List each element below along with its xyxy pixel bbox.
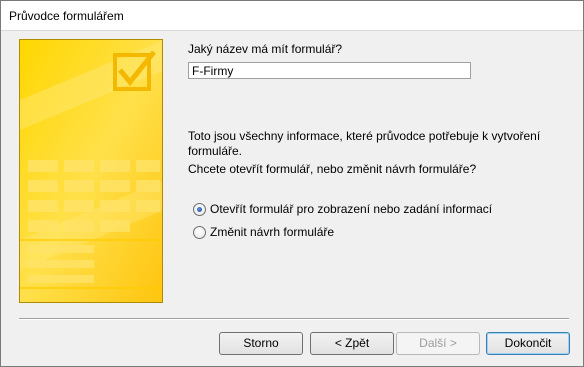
form-name-question: Jaký název má mít formulář? [188, 42, 343, 56]
next-button[interactable]: Další > [396, 332, 480, 355]
form-name-input[interactable] [188, 62, 471, 79]
info-text: Toto jsou všechny informace, které průvo… [188, 129, 541, 158]
cancel-button[interactable]: Storno [219, 332, 303, 355]
radio-modify-design-label[interactable]: Změnit návrh formuláře [210, 225, 334, 239]
radio-open-form[interactable]: Otevřít formulář pro zobrazení nebo zadá… [193, 201, 492, 217]
wizard-illustration [19, 39, 163, 303]
separator [19, 318, 569, 320]
form-wizard-icon [20, 40, 162, 302]
window-title: Průvodce formulářem [9, 9, 124, 23]
radio-open-form-label[interactable]: Otevřít formulář pro zobrazení nebo zadá… [210, 202, 492, 216]
form-wizard-dialog: Průvodce formulářem Jaký název má mít fo… [0, 0, 584, 367]
title-bar[interactable]: Průvodce formulářem [1, 1, 583, 31]
choice-question: Chcete otevřít formulář, nebo změnit náv… [188, 162, 477, 176]
radio-button-unselected[interactable] [193, 225, 206, 239]
radio-modify-design[interactable]: Změnit návrh formuláře [193, 224, 334, 240]
finish-button[interactable]: Dokončit [486, 332, 570, 355]
radio-button-selected[interactable] [193, 202, 206, 216]
back-button[interactable]: < Zpět [310, 332, 394, 355]
